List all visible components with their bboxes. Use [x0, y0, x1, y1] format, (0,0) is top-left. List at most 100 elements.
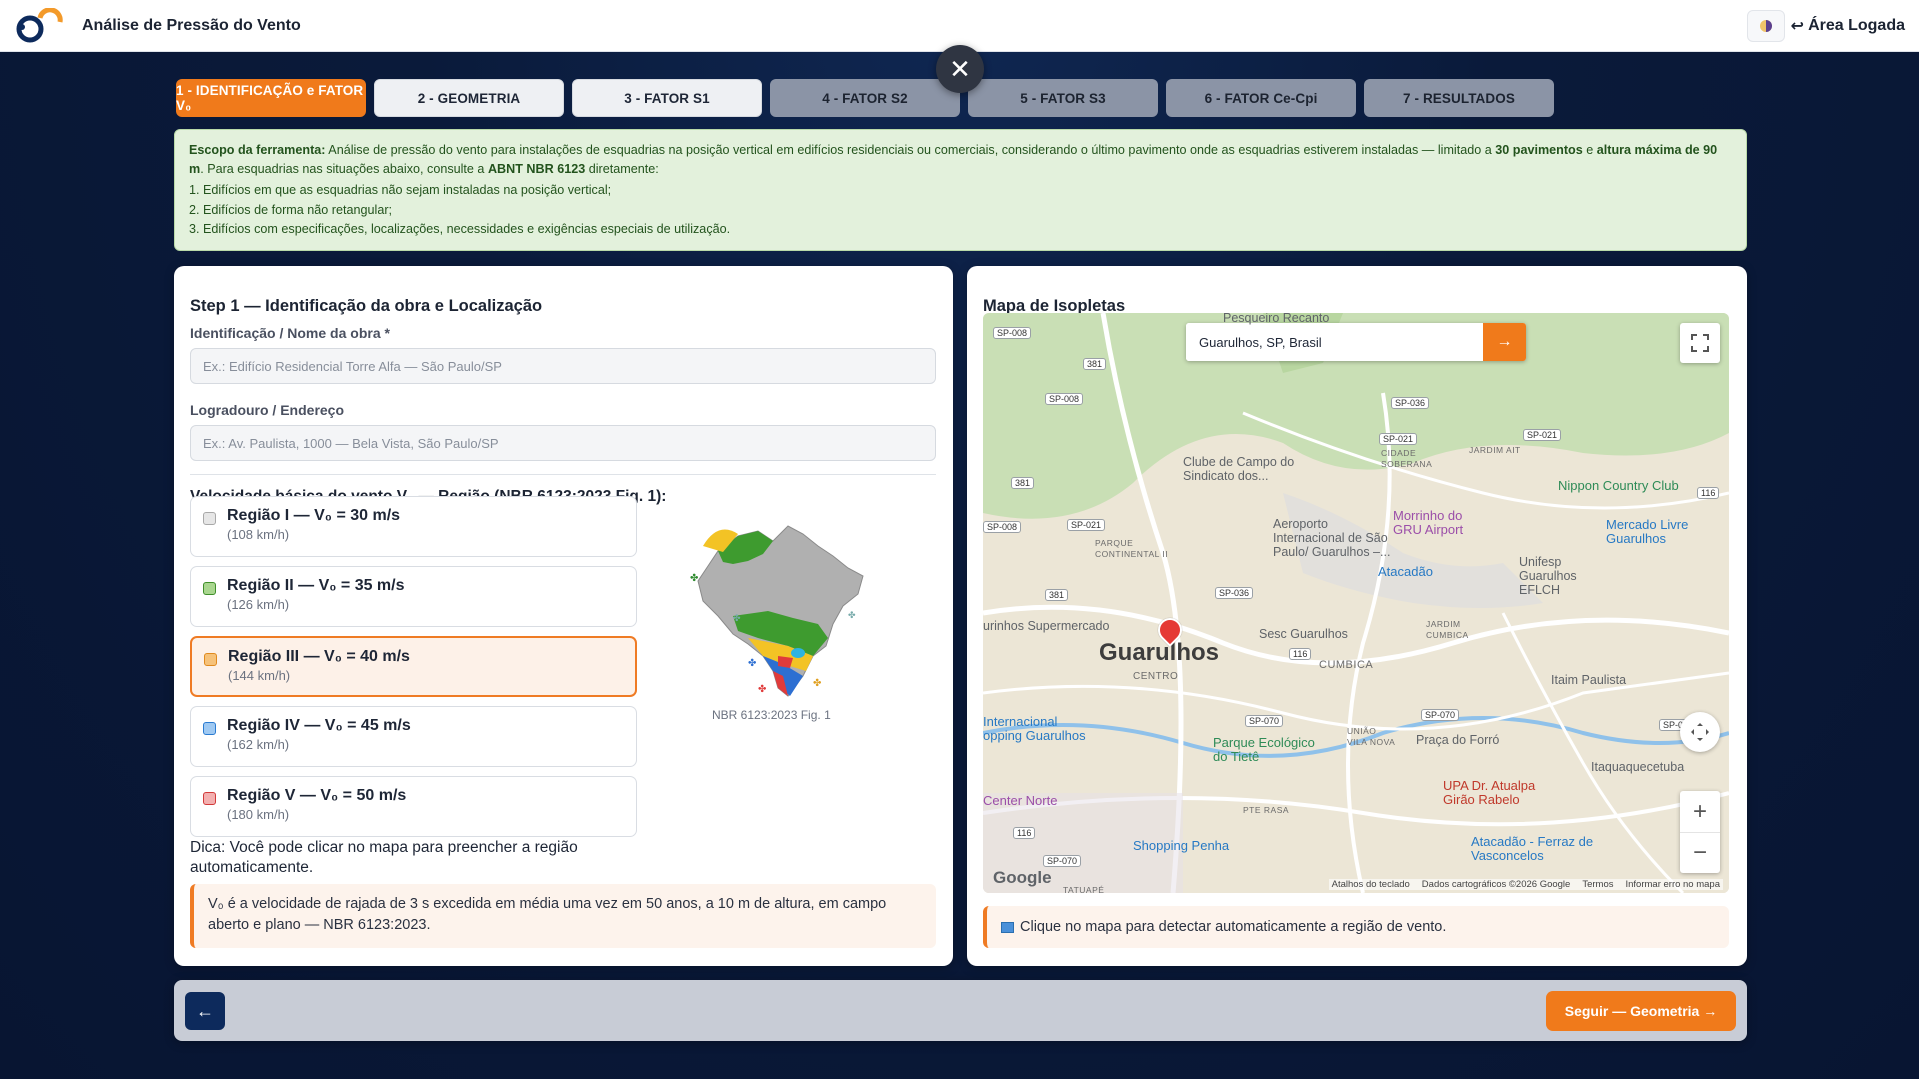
region-speed-kmh: (108 km/h): [227, 527, 290, 542]
map-district-label: CENTRO: [1133, 671, 1179, 682]
app-title: Análise de Pressão do Vento: [82, 16, 301, 34]
isopleth-card: Mapa de Isopletas → Guarulhos CENTRO: [967, 266, 1747, 966]
zoom-control: + −: [1680, 791, 1720, 873]
svg-text:✤: ✤: [758, 684, 766, 695]
scope-list: 1. Edifícios em que as esquadrias não se…: [189, 181, 1732, 240]
map-search-input[interactable]: [1186, 323, 1483, 361]
pan-control-icon[interactable]: [1680, 712, 1720, 752]
map-place-label: Unifesp Guarulhos EFLCH: [1519, 555, 1577, 597]
return-arrow-icon: ↩: [1790, 17, 1805, 35]
address-label: Logradouro / Endereço: [190, 402, 345, 418]
tab-fator-s3[interactable]: 5 - FATOR S3: [968, 79, 1158, 117]
route-shield: SP-008: [1045, 393, 1084, 405]
zoom-out-button[interactable]: −: [1680, 832, 1720, 873]
region-name: Região I — V₀ = 30 m/s: [227, 507, 401, 524]
route-shield: SP-021: [1523, 429, 1562, 441]
route-shield: SP-021: [1379, 433, 1418, 445]
divider: [190, 474, 936, 475]
route-shield: SP-070: [1043, 855, 1082, 867]
map-place-label: Shopping Penha: [1133, 838, 1230, 853]
next-geometry-button[interactable]: Seguir — Geometria →: [1546, 991, 1736, 1031]
map-place-label: Parque Ecológico do Tietê: [1213, 735, 1315, 764]
route-shield: SP-036: [1215, 587, 1254, 599]
map-place-label: Morrinho do GRU Airport: [1393, 508, 1464, 537]
route-shield: 116: [1289, 648, 1312, 660]
map-search-go-button[interactable]: →: [1483, 323, 1526, 361]
map-place-label: Clube de Campo do Sindicato dos...: [1183, 455, 1295, 483]
app-logo: [16, 7, 63, 42]
tab-fator-ce-cpi[interactable]: 6 - FATOR Ce-Cpi: [1166, 79, 1356, 117]
region-swatch: [204, 653, 217, 666]
route-shield: SP-021: [1067, 519, 1106, 531]
svg-text:✤: ✤: [748, 658, 756, 669]
tab-fator-s2[interactable]: 4 - FATOR S2: [770, 79, 960, 117]
route-shield: SP-036: [1391, 397, 1430, 409]
region-option-i[interactable]: Região I — V₀ = 30 m/s (108 km/h): [190, 496, 637, 557]
region-option-ii[interactable]: Região II — V₀ = 35 m/s (126 km/h): [190, 566, 637, 627]
step1-title: Step 1 — Identificação da obra e Localiz…: [190, 297, 543, 315]
region-name: Região II — V₀ = 35 m/s: [227, 577, 405, 594]
map-hint-text: Clique no mapa para detectar automaticam…: [1020, 919, 1447, 935]
region-swatch: [203, 512, 216, 525]
region-option-iv[interactable]: Região IV — V₀ = 45 m/s (162 km/h): [190, 706, 637, 767]
region-name: Região III — V₀ = 40 m/s: [228, 648, 410, 665]
region-option-iii[interactable]: Região III — V₀ = 40 m/s (144 km/h): [190, 636, 637, 697]
map-background: [983, 313, 1729, 893]
svg-text:✤: ✤: [848, 610, 856, 620]
map-search-box: →: [1186, 323, 1526, 361]
footer-nav: ← Seguir — Geometria →: [174, 980, 1747, 1041]
report-error-link[interactable]: Informar erro no mapa: [1625, 879, 1720, 890]
svg-text:✤: ✤: [733, 613, 741, 623]
region-swatch: [203, 722, 216, 735]
tab-identificacao[interactable]: 1 - IDENTIFICAÇÃO e FATOR V₀: [176, 79, 366, 117]
route-shield: 116: [1697, 487, 1720, 499]
logged-area-link[interactable]: ↩ Área Logada: [1791, 16, 1905, 36]
map-place-label: Itaim Paulista: [1551, 673, 1627, 687]
map-place-label: Mercado Livre Guarulhos: [1606, 517, 1689, 546]
map-place-label: Nippon Country Club: [1558, 478, 1679, 493]
zoom-in-button[interactable]: +: [1680, 791, 1720, 832]
half-moon-icon: [1759, 19, 1772, 32]
brand[interactable]: Análise de Pressão do Vento: [14, 7, 301, 44]
terms-link[interactable]: Termos: [1582, 879, 1613, 890]
map-place-label: Aeroporto Internacional de São Paulo/ Gu…: [1273, 517, 1391, 559]
map-place-label: Pesqueiro Recanto: [1223, 313, 1330, 325]
route-shield: 116: [1013, 827, 1036, 839]
theme-toggle-button[interactable]: [1746, 9, 1785, 42]
tab-resultados[interactable]: 7 - RESULTADOS: [1364, 79, 1554, 117]
region-speed-kmh: (180 km/h): [227, 807, 290, 822]
map-district-label: CUMBICA: [1319, 659, 1374, 671]
map-district-label: TATUAPÉ: [1063, 885, 1105, 893]
region-speed-kmh: (162 km/h): [227, 737, 290, 752]
map-place-label: Praça do Forró: [1416, 733, 1500, 747]
route-shield: SP-008: [983, 521, 1022, 533]
tab-fator-s1[interactable]: 3 - FATOR S1: [572, 79, 762, 117]
map-place-label: Atacadão - Ferraz de Vasconcelos: [1471, 834, 1594, 863]
svg-text:✤: ✤: [690, 573, 698, 584]
fullscreen-icon[interactable]: [1680, 323, 1720, 363]
map-district-label: JARDIM AIT: [1469, 445, 1521, 455]
region-options: Região I — V₀ = 30 m/s (108 km/h) Região…: [190, 496, 637, 846]
v0-note: V₀ é a velocidade de rajada de 3 s exced…: [190, 884, 936, 948]
scope-text: Escopo da ferramenta: Análise de pressão…: [189, 143, 1718, 176]
address-input[interactable]: [190, 425, 936, 461]
google-map[interactable]: → Guarulhos CENTRO Pesqueiro Recanto Clu…: [983, 313, 1729, 893]
close-icon[interactable]: ✕: [936, 45, 984, 93]
map-tip: Dica: Você pode clicar no mapa para pree…: [190, 839, 578, 876]
map-place-label: Itaquaquecetuba: [1591, 760, 1685, 774]
map-city-label: Guarulhos: [1099, 639, 1220, 666]
route-shield: 381: [1083, 358, 1107, 370]
region-option-v[interactable]: Região V — V₀ = 50 m/s (180 km/h): [190, 776, 637, 837]
scope-item: 2. Edifícios de forma não retangular;: [189, 202, 393, 217]
tab-geometria[interactable]: 2 - GEOMETRIA: [374, 79, 564, 117]
route-shield: SP-070: [1245, 715, 1284, 727]
back-button[interactable]: ←: [185, 992, 225, 1030]
route-shield: SP-008: [993, 327, 1032, 339]
keyboard-shortcuts-link[interactable]: Atalhos do teclado: [1332, 879, 1410, 890]
region-name: Região IV — V₀ = 45 m/s: [227, 717, 411, 734]
project-name-input[interactable]: [190, 348, 936, 384]
map-district-label: PARQUE CONTINENTAL II: [1095, 538, 1169, 559]
map-attribution: Atalhos do teclado Dados cartográficos ©…: [1328, 879, 1723, 890]
map-place-label: Sesc Guarulhos: [1259, 627, 1348, 641]
scope-banner: Escopo da ferramenta: Análise de pressão…: [174, 129, 1747, 251]
